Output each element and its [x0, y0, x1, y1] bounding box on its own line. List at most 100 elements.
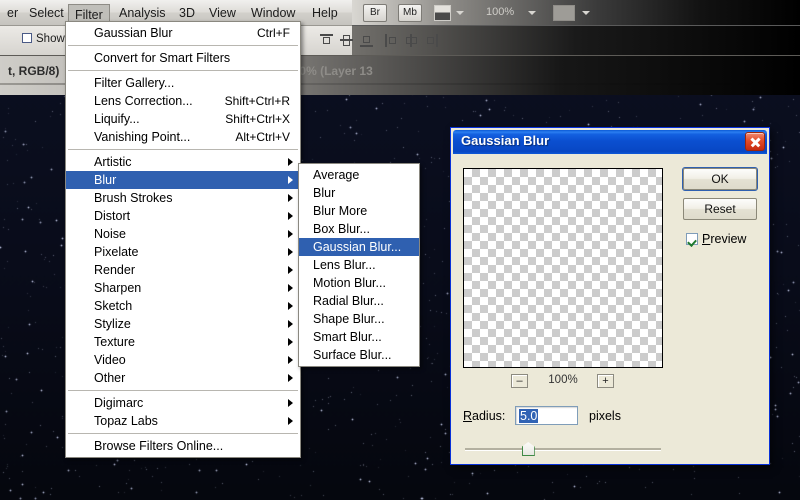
- mini-bridge-icon[interactable]: Mb: [398, 4, 422, 22]
- menu-item-help[interactable]: Help: [305, 4, 345, 22]
- gaussian-blur-dialog[interactable]: Gaussian Blur – 100% + Radius: 5.0 pixel…: [450, 127, 770, 465]
- screen-mode-chevron-down-icon[interactable]: [456, 11, 464, 15]
- radius-slider-track[interactable]: [465, 448, 661, 450]
- bridge-icon[interactable]: Br: [363, 4, 387, 22]
- radius-slider-thumb[interactable]: [521, 442, 535, 456]
- blur-menu-item-surface-blur[interactable]: Surface Blur...: [299, 346, 419, 364]
- submenu-arrow-icon: [288, 356, 293, 364]
- align-vertical-centers-icon[interactable]: [340, 34, 353, 47]
- menu-item-window[interactable]: Window: [244, 4, 302, 22]
- menu-item-label: Lens Correction...: [94, 94, 193, 108]
- menu-item-label: Shape Blur...: [313, 312, 385, 326]
- dialog-title: Gaussian Blur: [461, 133, 550, 148]
- blur-submenu[interactable]: Average Blur Blur More Box Blur... Gaussian …: [298, 163, 420, 367]
- menu-item-label: Distort: [94, 209, 131, 223]
- submenu-arrow-icon: [288, 338, 293, 346]
- submenu-arrow-icon: [288, 176, 293, 184]
- document-tab-0[interactable]: t, RGB/8): [0, 61, 67, 81]
- zoom-chevron-down-icon[interactable]: [528, 11, 536, 15]
- screen-mode-icon[interactable]: [434, 5, 451, 21]
- submenu-arrow-icon: [288, 399, 293, 407]
- align-left-edges-icon[interactable]: [385, 34, 398, 47]
- blur-menu-item-shape-blur[interactable]: Shape Blur...: [299, 310, 419, 328]
- menu-item-analysis[interactable]: Analysis: [112, 4, 173, 22]
- filter-menu-item-brush-strokes[interactable]: Brush Strokes: [66, 189, 300, 207]
- submenu-arrow-icon: [288, 158, 293, 166]
- filter-menu-item-gaussian-blur[interactable]: Gaussian Blur Ctrl+F: [66, 24, 300, 42]
- menu-item-3d[interactable]: 3D: [172, 4, 202, 22]
- menu-item-label: Smart Blur...: [313, 330, 382, 344]
- filter-menu-item-topaz-labs[interactable]: Topaz Labs: [66, 412, 300, 430]
- filter-menu-item-browse-filters-online[interactable]: Browse Filters Online...: [66, 437, 300, 455]
- blur-menu-item-motion-blur[interactable]: Motion Blur...: [299, 274, 419, 292]
- dialog-titlebar[interactable]: Gaussian Blur: [453, 130, 767, 154]
- filter-menu-item-texture[interactable]: Texture: [66, 333, 300, 351]
- filter-menu-item-stylize[interactable]: Stylize: [66, 315, 300, 333]
- filter-menu-item-artistic[interactable]: Artistic: [66, 153, 300, 171]
- arrange-chevron-down-icon[interactable]: [582, 11, 590, 15]
- filter-menu-item-liquify[interactable]: Liquify... Shift+Ctrl+X: [66, 110, 300, 128]
- reset-button[interactable]: Reset: [683, 198, 757, 220]
- close-icon[interactable]: [745, 132, 765, 151]
- show-checkbox-box[interactable]: [22, 33, 32, 43]
- filter-menu-item-distort[interactable]: Distort: [66, 207, 300, 225]
- align-horizontal-centers-icon[interactable]: [405, 34, 418, 47]
- menu-item-label: Stylize: [94, 317, 131, 331]
- menu-item-label: Video: [94, 353, 126, 367]
- filter-menu-item-noise[interactable]: Noise: [66, 225, 300, 243]
- filter-menu-item-pixelate[interactable]: Pixelate: [66, 243, 300, 261]
- filter-dropdown-menu[interactable]: Gaussian Blur Ctrl+F Convert for Smart Fil…: [65, 21, 301, 458]
- menu-item-label: Texture: [94, 335, 135, 349]
- submenu-arrow-icon: [288, 194, 293, 202]
- blur-menu-item-radial-blur[interactable]: Radial Blur...: [299, 292, 419, 310]
- blur-menu-item-blur[interactable]: Blur: [299, 184, 419, 202]
- menu-item-label: Average: [313, 168, 360, 182]
- blur-menu-item-box-blur[interactable]: Box Blur...: [299, 220, 419, 238]
- menu-item-label: Liquify...: [94, 112, 140, 126]
- menu-item-select[interactable]: Select: [22, 4, 71, 22]
- zoom-level-label: 100%: [486, 6, 515, 18]
- filter-menu-item-vanishing-point[interactable]: Vanishing Point... Alt+Ctrl+V: [66, 128, 300, 146]
- blur-menu-item-gaussian-blur[interactable]: Gaussian Blur...: [299, 238, 419, 256]
- filter-menu-item-video[interactable]: Video: [66, 351, 300, 369]
- zoom-in-button[interactable]: +: [597, 374, 614, 388]
- menu-item-shortcut: Ctrl+F: [257, 26, 290, 40]
- filter-menu-item-convert-for-smart-filters[interactable]: Convert for Smart Filters: [66, 49, 300, 67]
- blur-menu-item-average[interactable]: Average: [299, 166, 419, 184]
- menu-item-label: Blur: [313, 186, 336, 200]
- blur-menu-item-lens-blur[interactable]: Lens Blur...: [299, 256, 419, 274]
- submenu-arrow-icon: [288, 302, 293, 310]
- filter-menu-item-sharpen[interactable]: Sharpen: [66, 279, 300, 297]
- filter-menu-item-lens-correction[interactable]: Lens Correction... Shift+Ctrl+R: [66, 92, 300, 110]
- preview-checkbox-box[interactable]: [686, 233, 698, 245]
- preview-checkbox[interactable]: Preview: [686, 232, 746, 246]
- ok-button[interactable]: OK: [682, 167, 758, 191]
- align-right-edges-icon[interactable]: [425, 34, 438, 47]
- filter-menu-item-filter-gallery[interactable]: Filter Gallery...: [66, 74, 300, 92]
- filter-menu-item-blur[interactable]: Blur: [66, 171, 300, 189]
- menu-item-label: Box Blur...: [313, 222, 370, 236]
- arrange-documents-icon[interactable]: [553, 5, 575, 21]
- align-top-edges-icon[interactable]: [320, 34, 333, 47]
- menu-item-label: Gaussian Blur: [94, 26, 173, 40]
- menu-item-label: Pixelate: [94, 245, 139, 259]
- filter-menu-item-render[interactable]: Render: [66, 261, 300, 279]
- menu-item-label: Browse Filters Online...: [94, 439, 224, 453]
- radius-slider[interactable]: [465, 442, 661, 456]
- blur-menu-item-smart-blur[interactable]: Smart Blur...: [299, 328, 419, 346]
- radius-value: 5.0: [519, 409, 539, 423]
- menu-item-view[interactable]: View: [202, 4, 243, 22]
- blur-menu-item-blur-more[interactable]: Blur More: [299, 202, 419, 220]
- radius-input[interactable]: 5.0: [515, 406, 578, 425]
- filter-menu-item-digimarc[interactable]: Digimarc: [66, 394, 300, 412]
- menu-item-label: Brush Strokes: [94, 191, 173, 205]
- menu-item-label: Lens Blur...: [313, 258, 376, 272]
- menu-item-shortcut: Shift+Ctrl+R: [224, 94, 290, 108]
- menu-separator: [68, 390, 298, 391]
- filter-menu-item-sketch[interactable]: Sketch: [66, 297, 300, 315]
- align-bottom-edges-icon[interactable]: [360, 34, 373, 47]
- submenu-arrow-icon: [288, 417, 293, 425]
- submenu-arrow-icon: [288, 230, 293, 238]
- filter-menu-item-other[interactable]: Other: [66, 369, 300, 387]
- preview-canvas[interactable]: [463, 168, 663, 368]
